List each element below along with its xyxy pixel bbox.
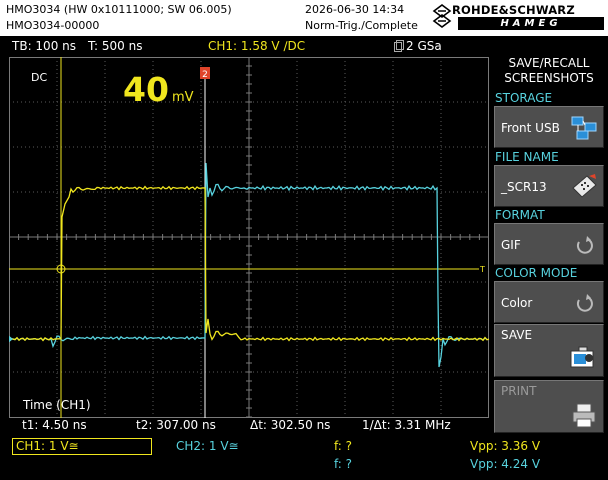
- brand-hameg: HAMEG: [458, 17, 604, 30]
- timebase[interactable]: TB: 100 ns: [12, 36, 76, 56]
- measurement-value: 40: [123, 70, 169, 109]
- datetime: 2026-06-30 14:34: [305, 3, 405, 16]
- trigger-time[interactable]: T: 500 ns: [88, 36, 142, 56]
- ch2-frequency: f: ?: [334, 457, 353, 471]
- trigger-state: Norm-Trig./Complete: [305, 19, 418, 32]
- save-label: SAVE: [501, 328, 533, 342]
- serial-line: HMO3034-00000: [6, 19, 100, 32]
- ch2-vpp: Vpp: 4.24 V: [470, 457, 541, 471]
- svg-text:2: 2: [202, 70, 208, 80]
- header-bar: HMO3034 (HW 0x10111000; SW 06.005) HMO30…: [0, 0, 608, 36]
- format-label: FORMAT: [495, 208, 545, 222]
- t2-readout: t2: 307.00 ns: [136, 418, 216, 432]
- t1-readout: t1: 4.50 ns: [22, 418, 87, 432]
- keyboard-edit-icon: [572, 174, 597, 198]
- rotate-knob-icon: [576, 236, 593, 254]
- brand-name: ROHDE&SCHWARZ: [452, 3, 575, 17]
- coupling-label: DC: [31, 71, 47, 84]
- rotate-knob-icon: [576, 294, 593, 312]
- inv-dt-readout: 1/Δt: 3.31 MHz: [362, 418, 451, 432]
- storage-label: STORAGE: [495, 91, 553, 105]
- ch1-frequency: f: ?: [334, 439, 353, 453]
- measurement-unit: mV: [172, 90, 194, 105]
- waveform-display[interactable]: 2 T DC 40 mV Time (CH1): [9, 57, 489, 418]
- sample-rate: 2 GSa: [406, 39, 442, 53]
- printer-icon: [572, 403, 596, 428]
- memory-icon: [394, 40, 404, 52]
- format-button[interactable]: GIF: [494, 223, 604, 265]
- storage-button[interactable]: Front USB: [494, 106, 604, 148]
- format-value: GIF: [501, 238, 521, 252]
- colormode-button[interactable]: Color: [494, 281, 604, 323]
- filename-label: FILE NAME: [495, 150, 559, 164]
- model-line: HMO3034 (HW 0x10111000; SW 06.005): [6, 3, 232, 16]
- save-recall-menu: SAVE/RECALL SCREENSHOTS STORAGE Front US…: [490, 36, 608, 436]
- menu-title-1: SAVE/RECALL: [508, 56, 590, 70]
- ch1-scale[interactable]: CH1: 1 V≅: [16, 439, 79, 453]
- filename-button[interactable]: _SCR13: [494, 165, 604, 207]
- print-button[interactable]: PRINT: [494, 380, 604, 433]
- filename-value: _SCR13: [501, 180, 547, 194]
- colormode-value: Color: [501, 296, 533, 310]
- time-label: Time (CH1): [22, 398, 91, 412]
- trigger-setting[interactable]: CH1: 1.58 V ∕DC: [208, 36, 305, 56]
- colormode-label: COLOR MODE: [495, 266, 578, 280]
- print-label: PRINT: [501, 384, 537, 398]
- menu-title-2: SCREENSHOTS: [504, 71, 594, 85]
- ch2-scale[interactable]: CH2: 1 V≅: [176, 439, 239, 453]
- info-bar: TB: 100 ns T: 500 ns CH1: 1.58 V ∕DC 2 G…: [0, 36, 490, 56]
- status-bar: CH1: 1 V≅ CH2: 1 V≅ f: ? f: ? Vpp: 3.36 …: [0, 436, 608, 480]
- rohde-schwarz-logo-icon: [432, 4, 452, 28]
- trigger-level-marker: T: [479, 265, 485, 274]
- dt-readout: Δt: 302.50 ns: [250, 418, 331, 432]
- save-button[interactable]: SAVE: [494, 324, 604, 377]
- usb-storage-icon: [571, 116, 597, 140]
- cursor-readout: t1: 4.50 ns t2: 307.00 ns Δt: 302.50 ns …: [0, 418, 490, 436]
- storage-value: Front USB: [501, 121, 560, 135]
- ch1-vpp: Vpp: 3.36 V: [470, 439, 541, 453]
- save-screenshot-icon: [570, 346, 594, 368]
